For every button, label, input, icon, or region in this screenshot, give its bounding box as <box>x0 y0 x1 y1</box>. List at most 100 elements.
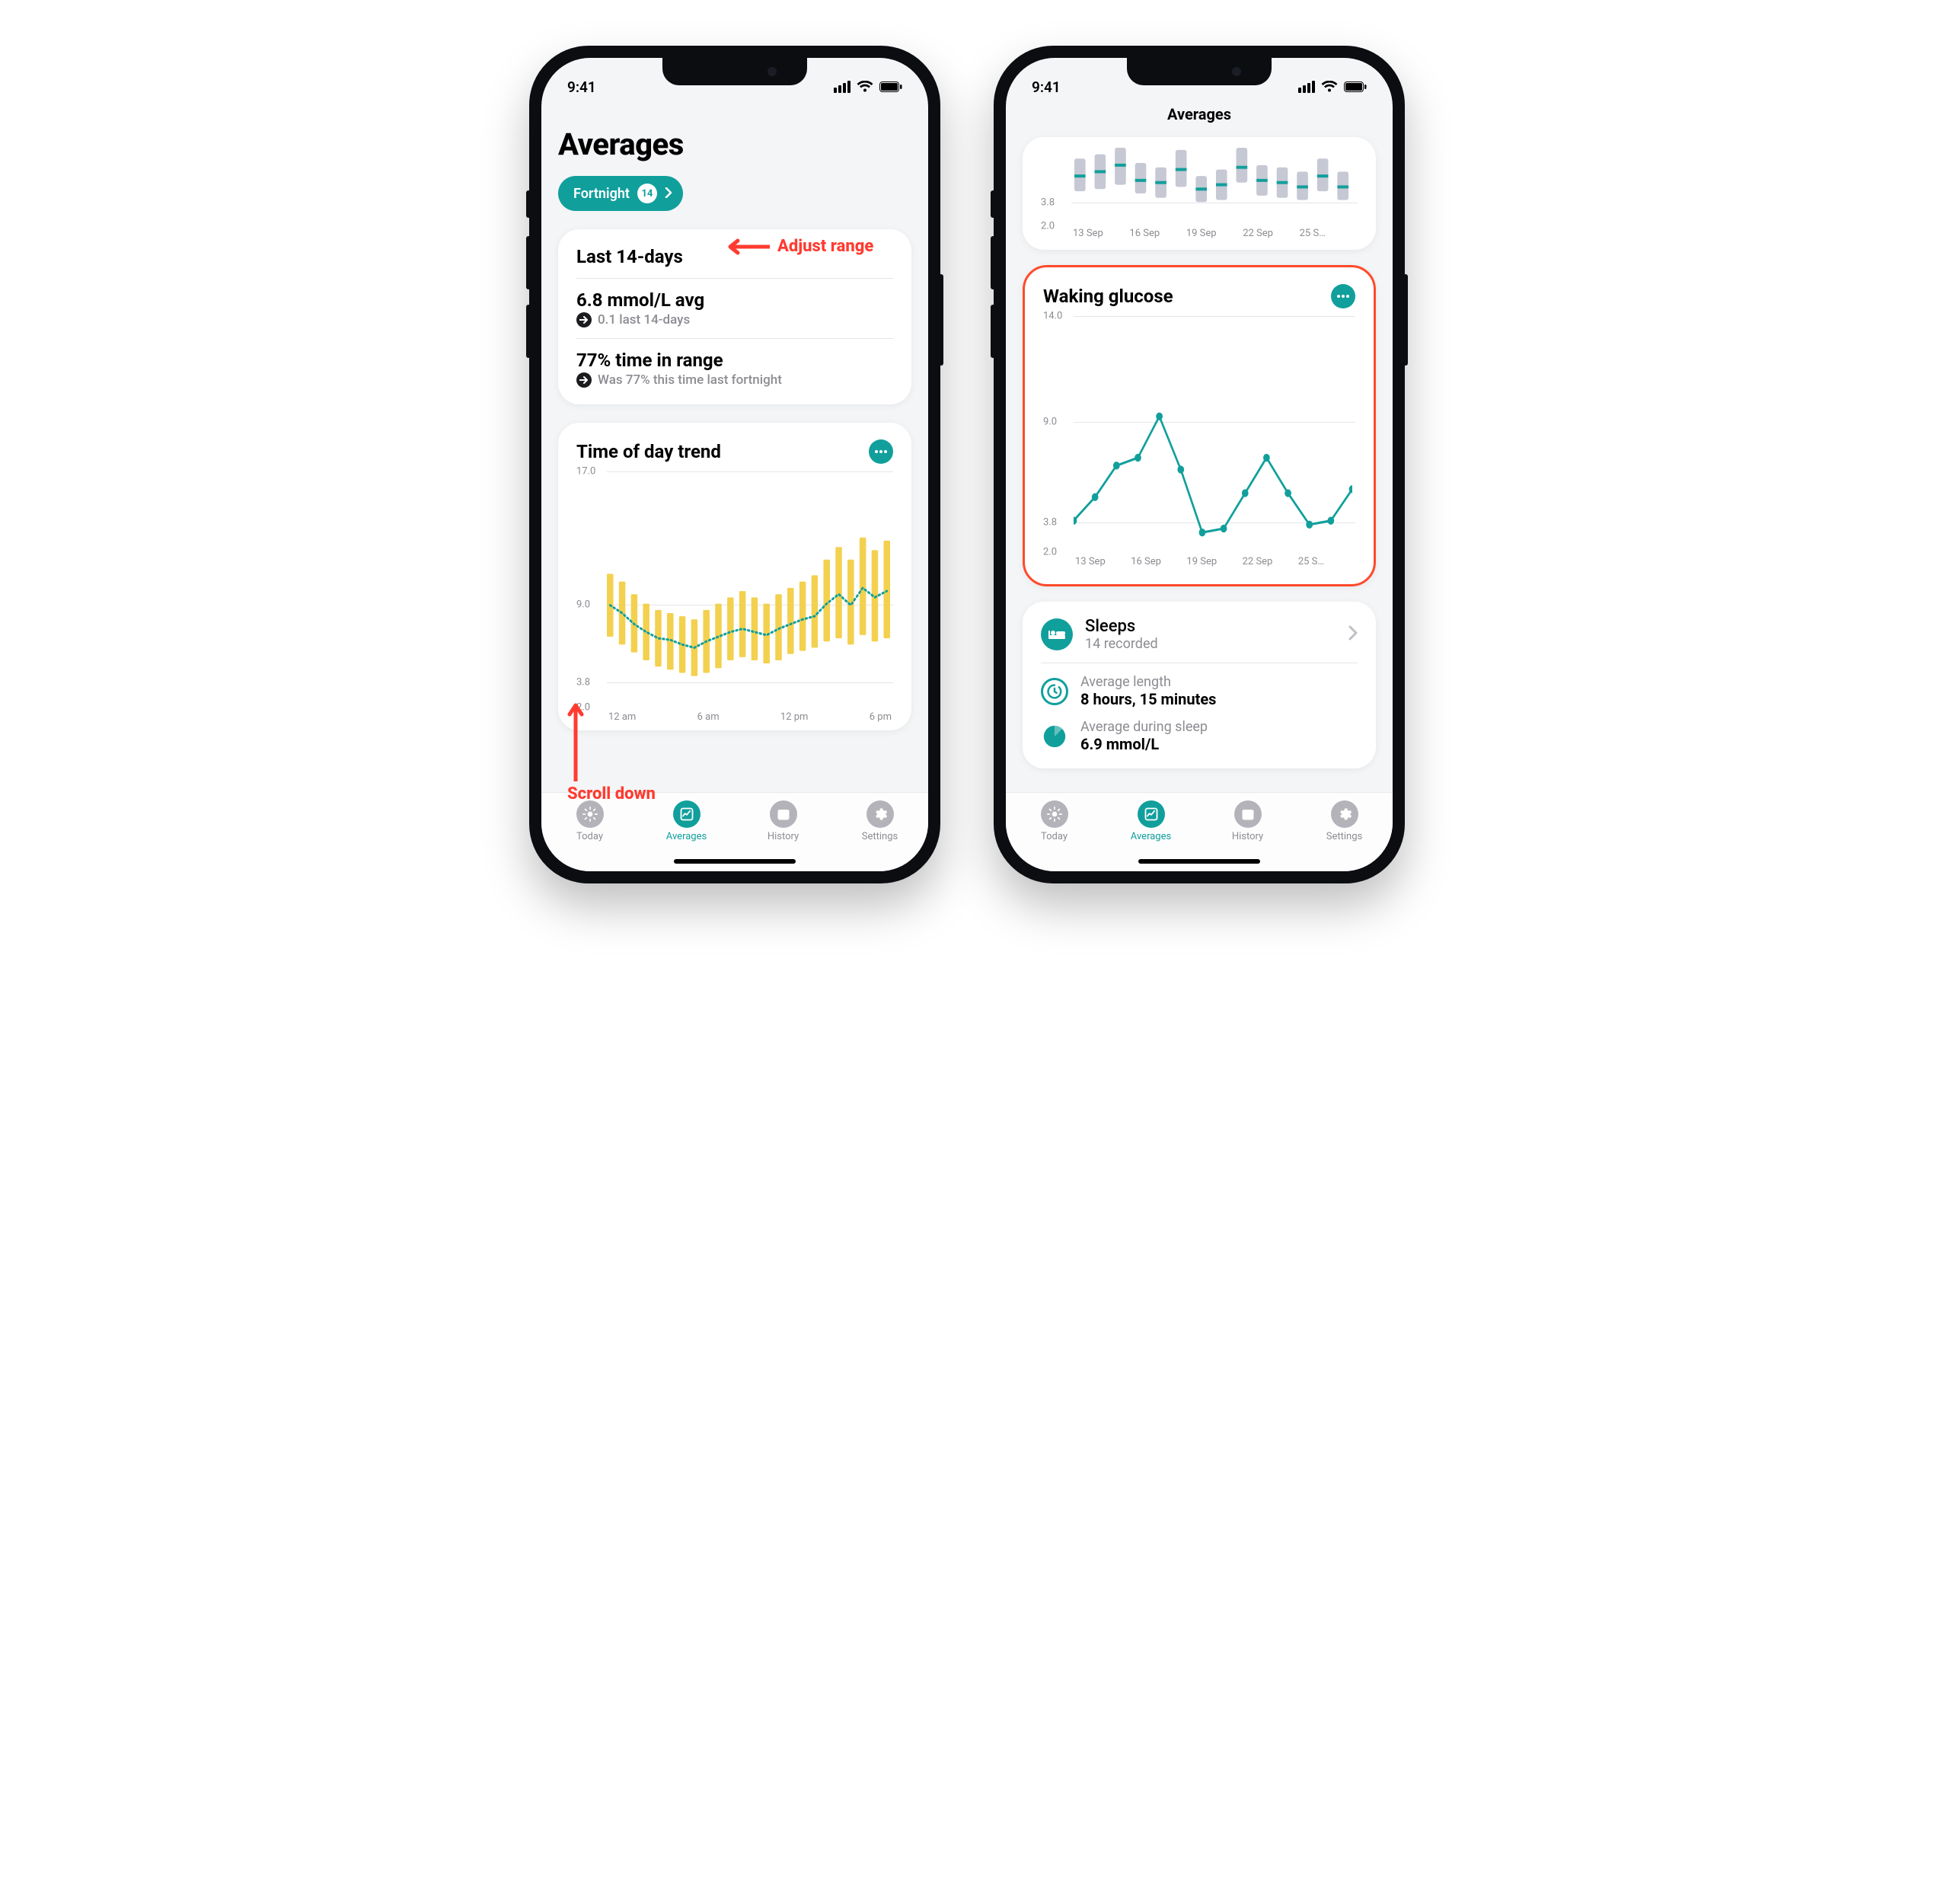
trend-chart-icon <box>673 800 701 828</box>
length-value: 8 hours, 15 minutes <box>1080 690 1358 708</box>
duration-icon <box>1041 678 1068 705</box>
calendar-icon <box>770 800 797 828</box>
tab-label: Today <box>576 831 603 842</box>
length-label: Average length <box>1080 674 1358 690</box>
wifi-icon <box>857 81 873 93</box>
phone-right: 9:41 Averages 3.8 2.0 <box>994 46 1405 883</box>
page-title: Averages <box>558 126 911 162</box>
card-more-button[interactable] <box>1331 284 1355 308</box>
tab-averages[interactable]: Averages <box>638 800 735 842</box>
y-tick: 2.0 <box>1043 547 1057 558</box>
avg-value: 6.8 mmol/L avg <box>576 289 893 311</box>
tab-history[interactable]: History <box>1199 800 1296 842</box>
x-tick: 6 am <box>697 711 720 723</box>
tir-delta: Was 77% this time last fortnight <box>598 372 782 388</box>
tab-settings[interactable]: Settings <box>831 800 928 842</box>
x-tick: 16 Sep <box>1131 556 1186 567</box>
y-tick: 9.0 <box>1043 416 1057 427</box>
x-tick: 12 pm <box>780 711 809 723</box>
x-tick: 6 pm <box>870 711 892 723</box>
home-indicator[interactable] <box>1138 859 1260 864</box>
tab-history[interactable]: History <box>735 800 831 842</box>
tab-label: Averages <box>666 831 707 842</box>
tab-label: Averages <box>1131 831 1171 842</box>
battery-icon <box>879 81 902 92</box>
tab-label: History <box>1232 831 1263 842</box>
sleeps-header-row[interactable]: Sleeps 14 recorded <box>1041 617 1358 652</box>
pie-icon <box>1041 723 1068 750</box>
avg-delta: 0.1 last 14-days <box>598 312 690 327</box>
tod-chart[interactable]: 17.0 9.0 3.8 2.0 <box>576 471 893 723</box>
x-tick: 12 am <box>608 711 636 723</box>
tab-label: Settings <box>862 831 898 842</box>
home-indicator[interactable] <box>674 859 796 864</box>
x-tick: 25 S… <box>1298 556 1354 567</box>
status-clock: 9:41 <box>1032 78 1061 96</box>
tab-label: Today <box>1041 831 1068 842</box>
y-tick: 9.0 <box>576 599 590 610</box>
tab-settings[interactable]: Settings <box>1296 800 1393 842</box>
waking-chart[interactable]: 14.0 9.0 3.8 2.0 13 Sep <box>1043 316 1355 567</box>
waking-glucose-card: Waking glucose 14.0 9.0 3.8 2.0 <box>1023 265 1376 586</box>
during-value: 6.9 mmol/L <box>1080 735 1358 753</box>
waking-title: Waking glucose <box>1043 286 1173 307</box>
calendar-icon <box>1234 800 1262 828</box>
y-tick: 17.0 <box>576 466 595 478</box>
notch <box>662 58 807 85</box>
y-tick: 2.0 <box>1041 221 1055 232</box>
cellular-icon <box>834 81 851 93</box>
bed-icon <box>1041 618 1073 650</box>
navbar-title: Averages <box>1023 102 1376 133</box>
trend-flat-icon <box>576 372 592 388</box>
gear-icon <box>1331 800 1358 828</box>
gear-icon <box>866 800 894 828</box>
tod-title: Time of day trend <box>576 441 721 462</box>
tab-today[interactable]: Today <box>541 800 638 842</box>
chevron-right-icon <box>1348 625 1358 644</box>
y-tick: 3.8 <box>1043 516 1057 528</box>
notch <box>1127 58 1272 85</box>
trend-chart-icon <box>1138 800 1165 828</box>
tab-averages[interactable]: Averages <box>1103 800 1199 842</box>
phone-left: 9:41 Averages Fortnight 14 Last 14-days … <box>529 46 940 883</box>
range-pill[interactable]: Fortnight 14 <box>558 176 683 211</box>
range-days-badge: 14 <box>637 184 657 203</box>
wifi-icon <box>1321 81 1338 93</box>
daily-range-chart[interactable]: 3.8 2.0 13 Sep 16 Sep 19 Sep 22 Sep 25 S… <box>1041 148 1358 239</box>
y-tick: 3.8 <box>576 677 590 688</box>
battery-icon <box>1344 81 1367 92</box>
sleeps-title: Sleeps <box>1085 617 1336 636</box>
x-tick: 16 Sep <box>1129 228 1186 239</box>
sleeps-length-row: Average length 8 hours, 15 minutes <box>1041 674 1358 708</box>
x-tick: 22 Sep <box>1243 228 1299 239</box>
sleeps-subtitle: 14 recorded <box>1085 636 1336 652</box>
x-tick: 19 Sep <box>1186 556 1242 567</box>
tir-value: 77% time in range <box>576 350 893 371</box>
screen-right: 9:41 Averages 3.8 2.0 <box>1006 58 1393 871</box>
x-tick: 13 Sep <box>1073 228 1129 239</box>
summary-card: Last 14-days 6.8 mmol/L avg 0.1 last 14-… <box>558 229 911 404</box>
range-label: Fortnight <box>573 186 630 202</box>
tod-trend-card: Time of day trend 17.0 9.0 3.8 2.0 <box>558 423 911 730</box>
y-tick: 2.0 <box>576 702 590 714</box>
screen-left: 9:41 Averages Fortnight 14 Last 14-days … <box>541 58 928 871</box>
sleeps-during-row: Average during sleep 6.9 mmol/L <box>1041 719 1358 753</box>
tab-label: Settings <box>1326 831 1362 842</box>
summary-heading: Last 14-days <box>576 246 893 267</box>
trend-flat-icon <box>576 312 592 327</box>
y-tick: 3.8 <box>1041 197 1055 209</box>
sun-icon <box>1041 800 1068 828</box>
status-clock: 9:41 <box>567 78 596 96</box>
daily-range-card-partial: 3.8 2.0 13 Sep 16 Sep 19 Sep 22 Sep 25 S… <box>1023 137 1376 250</box>
x-tick: 13 Sep <box>1075 556 1131 567</box>
sleeps-card: Sleeps 14 recorded Average length 8 hour… <box>1023 602 1376 768</box>
x-tick: 19 Sep <box>1186 228 1243 239</box>
tab-today[interactable]: Today <box>1006 800 1103 842</box>
sun-icon <box>576 800 604 828</box>
cellular-icon <box>1298 81 1315 93</box>
during-label: Average during sleep <box>1080 719 1358 735</box>
card-more-button[interactable] <box>869 439 893 464</box>
x-tick: 25 S… <box>1300 228 1356 239</box>
y-tick: 14.0 <box>1043 311 1062 322</box>
x-tick: 22 Sep <box>1243 556 1298 567</box>
